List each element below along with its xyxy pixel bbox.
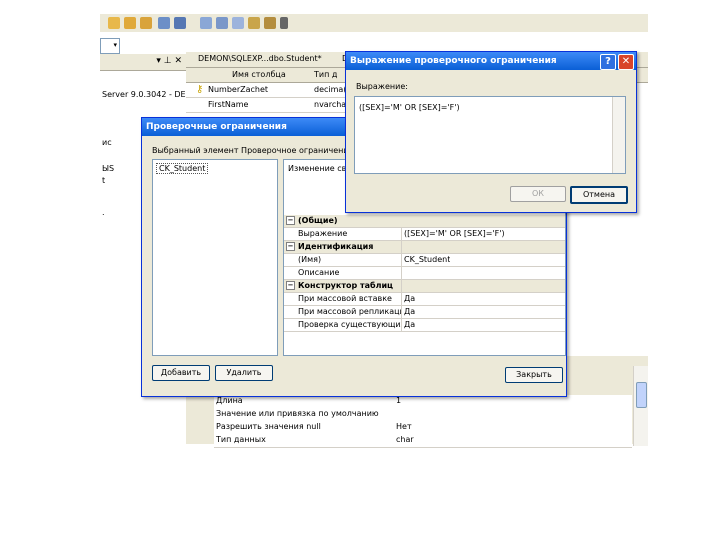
properties-icon[interactable] <box>216 17 228 29</box>
collapse-icon[interactable]: − <box>286 216 295 225</box>
property-value[interactable]: Нет <box>396 422 412 431</box>
column-name-cell[interactable]: NumberZachet <box>208 85 268 94</box>
category-label: Конструктор таблиц <box>298 281 393 290</box>
property-value[interactable]: 1 <box>396 396 401 405</box>
key-icon: ⚷ <box>196 84 204 95</box>
help-icon[interactable]: ? <box>600 54 616 70</box>
property-row[interactable]: Описание <box>284 267 565 280</box>
tree-fragment: t <box>102 176 106 185</box>
property-value[interactable]: Да <box>404 319 415 331</box>
property-label: Проверка существующих д <box>298 320 402 329</box>
tab-student-table[interactable]: DEMON\SQLEXP...dbo.Student* <box>198 54 322 63</box>
property-row[interactable]: При массовой репликации Да <box>284 306 565 319</box>
table-row[interactable]: FirstName nvarchar( <box>186 98 353 113</box>
expression-scrollbar[interactable] <box>612 97 625 173</box>
column-name-header: Имя столбца <box>232 70 286 79</box>
pane-header: ▾ ⊥ ✕ <box>100 54 186 71</box>
property-label: (Имя) <box>298 255 322 264</box>
category-table-designer[interactable]: − Конструктор таблиц <box>284 280 565 293</box>
delete-button[interactable]: Удалить <box>215 365 273 381</box>
expression-input[interactable]: ([SEX]='M' OR [SEX]='F') <box>354 96 626 174</box>
tree-fragment: ЫS <box>102 164 115 173</box>
category-label: (Общие) <box>298 216 338 225</box>
server-node[interactable]: Server 9.0.3042 - DEN <box>102 90 192 99</box>
expression-dialog: Выражение проверочного ограничения ? ✕ В… <box>345 51 637 213</box>
property-row[interactable]: Длина 1 <box>214 395 632 409</box>
property-label: При массовой вставке <box>298 294 392 303</box>
property-row[interactable]: Выражение ([SEX]='M' OR [SEX]='F') <box>284 228 565 241</box>
expression-label: Выражение: <box>356 82 408 91</box>
category-general[interactable]: − (Общие) <box>284 215 565 228</box>
name-value[interactable]: CK_Student <box>404 254 450 266</box>
dialog-title: Выражение проверочного ограничения ? ✕ <box>346 52 636 70</box>
close-button[interactable]: Закрыть <box>505 367 563 383</box>
collapse-icon[interactable]: − <box>286 242 295 251</box>
close-icon[interactable]: ✕ <box>618 54 634 70</box>
dialog-title-text: Выражение проверочного ограничения <box>350 56 557 66</box>
property-label: Разрешить значения null <box>216 422 321 431</box>
cancel-button[interactable]: Отмена <box>570 186 628 204</box>
expression-text: ([SEX]='M' OR [SEX]='F') <box>359 103 460 112</box>
scroll-thumb[interactable] <box>636 382 647 408</box>
property-grid: − (Общие) Выражение ([SEX]='M' OR [SEX]='… <box>284 215 565 333</box>
constraints-list[interactable]: CK_Student <box>152 159 278 356</box>
property-value[interactable]: Да <box>404 306 415 318</box>
toolbar <box>100 14 648 32</box>
property-row[interactable]: Значение или привязка по умолчанию <box>214 408 632 422</box>
open-folder-icon[interactable] <box>124 17 136 29</box>
folder-icon[interactable] <box>140 17 152 29</box>
table-row[interactable]: ⚷ NumberZachet decima(... <box>186 83 354 98</box>
category-label: Идентификация <box>298 242 374 251</box>
category-identification[interactable]: − Идентификация <box>284 241 565 254</box>
property-label: Описание <box>298 268 340 277</box>
save-all-icon[interactable] <box>174 17 186 29</box>
grid-divider <box>401 228 402 332</box>
property-label: Выражение <box>298 229 348 238</box>
wand-icon[interactable] <box>248 17 260 29</box>
property-label: Значение или привязка по умолчанию <box>216 409 379 418</box>
property-row[interactable]: (Имя) CK_Student <box>284 254 565 267</box>
pane-controls[interactable]: ▾ ⊥ ✕ <box>156 56 182 66</box>
list-item[interactable]: CK_Student <box>156 163 209 174</box>
properties-scrollbar[interactable] <box>633 366 648 446</box>
data-type-header: Тип д <box>314 70 338 79</box>
list-label: Выбранный элемент Проверочное ограничени… <box>152 146 357 155</box>
expression-value[interactable]: ([SEX]='M' OR [SEX]='F') <box>404 228 505 240</box>
save-icon[interactable] <box>158 17 170 29</box>
tree-fragment: . <box>102 208 105 217</box>
new-query-icon[interactable] <box>200 17 212 29</box>
pane-combo[interactable]: ▾ <box>100 38 120 54</box>
document-icon[interactable] <box>232 17 244 29</box>
property-row[interactable]: Проверка существующих д Да <box>284 319 565 332</box>
toolbox-icon[interactable] <box>264 17 276 29</box>
tree-fragment: ис <box>102 138 112 147</box>
property-value[interactable]: char <box>396 435 414 444</box>
ok-button[interactable]: ОК <box>510 186 566 202</box>
property-label: Тип данных <box>216 435 266 444</box>
property-label: Длина <box>216 396 243 405</box>
dropdown-icon[interactable] <box>280 17 288 29</box>
property-label: При массовой репликации <box>298 307 402 316</box>
property-value[interactable]: Да <box>404 293 415 305</box>
property-row[interactable]: При массовой вставке Да <box>284 293 565 306</box>
property-row[interactable]: Разрешить значения null Нет <box>214 421 632 435</box>
property-row[interactable]: Тип данных char <box>214 434 632 448</box>
add-button[interactable]: Добавить <box>152 365 210 381</box>
collapse-icon[interactable]: − <box>286 281 295 290</box>
column-name-cell[interactable]: FirstName <box>208 100 248 109</box>
open-icon[interactable] <box>108 17 120 29</box>
